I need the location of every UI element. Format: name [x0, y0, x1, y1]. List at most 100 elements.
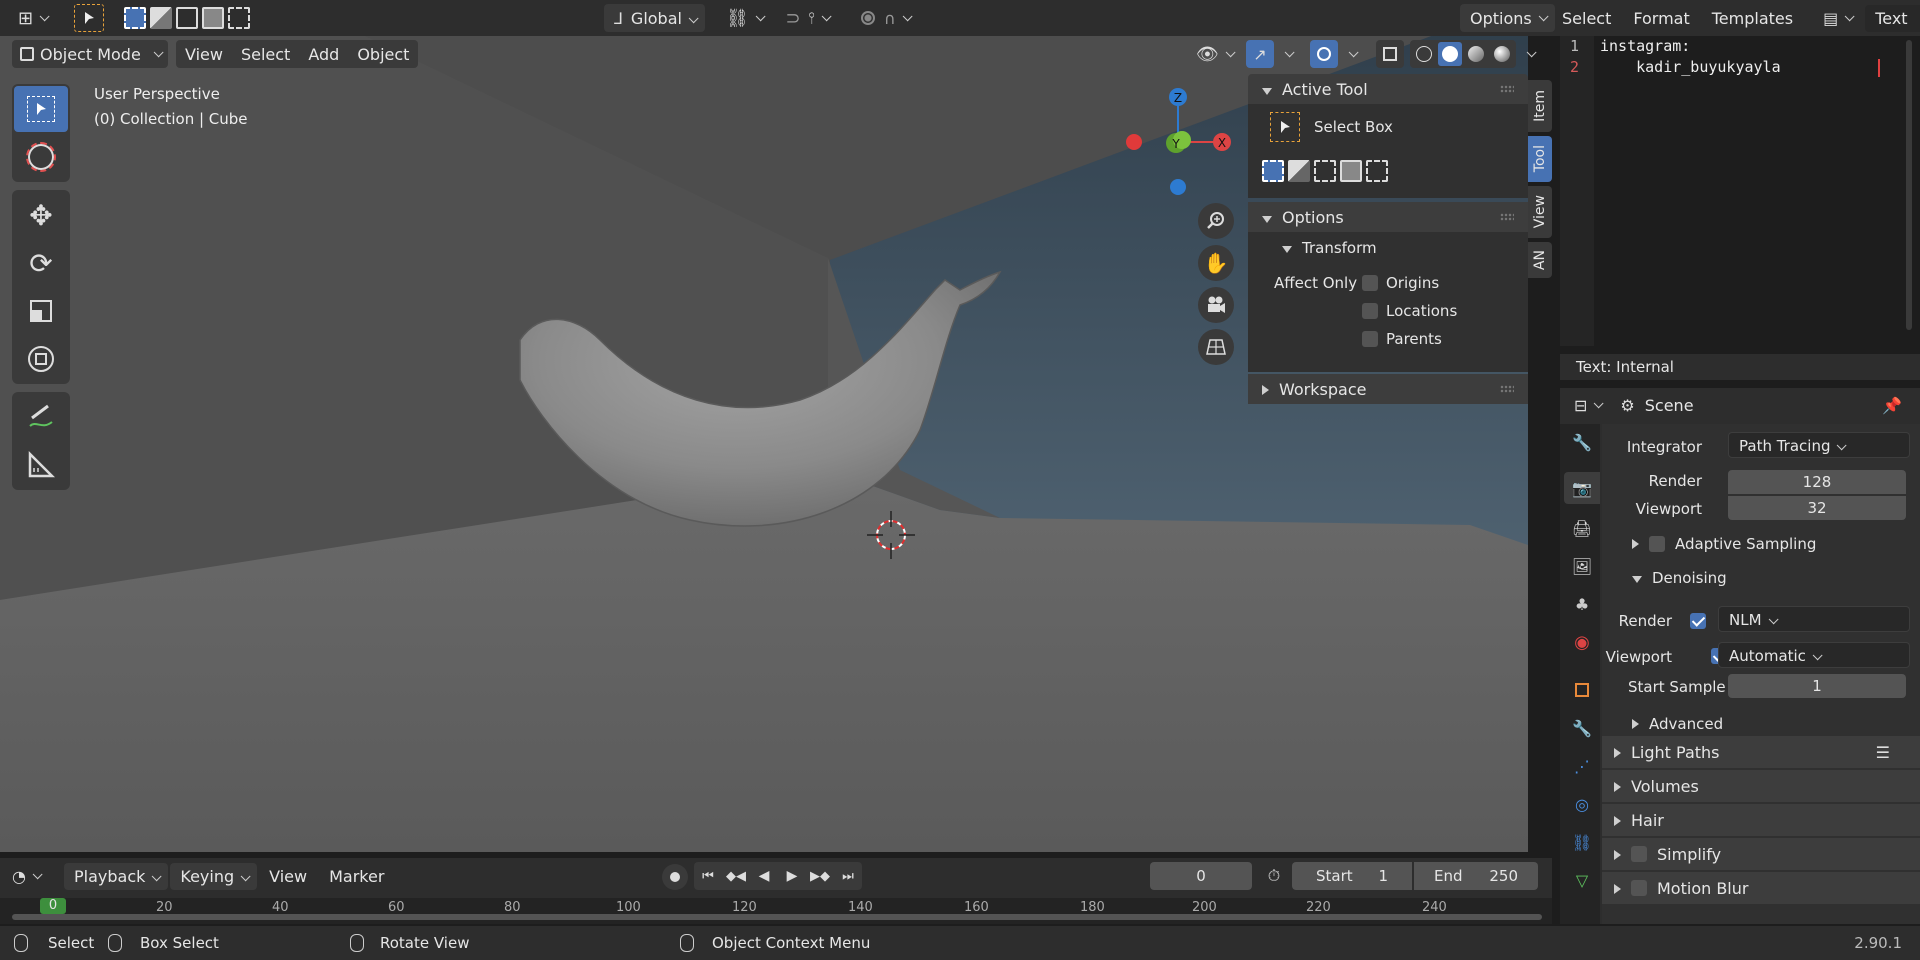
current-frame-field[interactable]: 0: [1150, 862, 1252, 890]
select-new-icon[interactable]: [124, 7, 146, 29]
keying-menu[interactable]: Keying: [170, 862, 258, 890]
render-samples-field[interactable]: 128: [1728, 470, 1906, 494]
parents-check[interactable]: [1362, 331, 1378, 347]
denoising-header[interactable]: Denoising: [1632, 568, 1727, 587]
solid-shading-icon[interactable]: [1438, 42, 1462, 66]
play-reverse-icon[interactable]: ◀: [750, 868, 778, 884]
shading-dropdown[interactable]: [1520, 42, 1533, 66]
motion-blur-header[interactable]: Motion Blur: [1602, 872, 1920, 904]
mode-selector[interactable]: Object Mode: [12, 40, 168, 68]
overlay-dropdown[interactable]: [1342, 42, 1355, 66]
denoise-render-select[interactable]: NLM: [1718, 606, 1910, 632]
output-tab-icon[interactable]: 🖨: [1568, 514, 1596, 542]
constraints-tab-icon[interactable]: ⛓: [1568, 828, 1596, 856]
overlay-toggle-icon[interactable]: [1310, 40, 1338, 68]
world-tab-icon[interactable]: ◉: [1568, 628, 1596, 656]
motion-blur-check[interactable]: [1631, 880, 1647, 896]
menu-view[interactable]: View: [176, 45, 232, 64]
tab-view[interactable]: View: [1528, 186, 1552, 238]
marker-menu[interactable]: Marker: [319, 863, 394, 890]
play-icon[interactable]: ▶: [778, 868, 806, 884]
select-extend-icon[interactable]: [150, 7, 172, 29]
material-shading-icon[interactable]: [1464, 42, 1488, 66]
falloff-icon[interactable]: ∩: [884, 6, 909, 30]
workspace-grip-icon[interactable]: [1500, 385, 1514, 393]
editor-type-icon[interactable]: ⊞: [18, 6, 46, 30]
mode-new-icon[interactable]: [1262, 160, 1284, 182]
measure-tool-icon[interactable]: [14, 442, 68, 488]
object-tab-icon[interactable]: [1568, 676, 1596, 704]
origins-check[interactable]: [1362, 275, 1378, 291]
camera-icon[interactable]: [1198, 287, 1234, 323]
adaptive-sampling-check[interactable]: [1649, 535, 1665, 552]
end-frame-field[interactable]: End 250: [1414, 862, 1538, 890]
select-tool-icon[interactable]: [74, 4, 104, 32]
tab-tool[interactable]: Tool: [1528, 136, 1552, 182]
light-paths-header[interactable]: Light Paths ☰: [1602, 736, 1920, 768]
text-menu-templates[interactable]: Templates: [1690, 9, 1793, 28]
select-box-tool-icon[interactable]: [14, 86, 68, 132]
text-datablock-name[interactable]: Text: [1865, 4, 1920, 32]
start-frame-field[interactable]: Start 1: [1292, 862, 1412, 890]
select-intersect-icon[interactable]: [228, 7, 250, 29]
snap-target-icon[interactable]: ⫯: [808, 6, 828, 30]
timeline-ruler[interactable]: 0 20 40 60 80 100 120 140 160 180 200 22…: [0, 898, 1552, 924]
workspace-header[interactable]: Workspace: [1248, 374, 1528, 404]
navigation-gizmo[interactable]: Z X Y: [1120, 85, 1240, 205]
hair-header[interactable]: Hair: [1602, 804, 1920, 836]
menu-object[interactable]: Object: [348, 45, 418, 64]
text-scrollbar[interactable]: [1906, 40, 1912, 330]
adaptive-sampling-header[interactable]: Adaptive Sampling: [1632, 534, 1816, 553]
text-browse-icon[interactable]: ▤: [1823, 9, 1851, 28]
annotate-tool-icon[interactable]: [14, 394, 68, 440]
jump-end-icon[interactable]: ⏭: [834, 869, 862, 884]
active-tool-header[interactable]: Active Tool: [1248, 74, 1528, 104]
select-subtract-icon[interactable]: [176, 7, 198, 29]
simplify-header[interactable]: Simplify: [1602, 838, 1920, 870]
menu-add[interactable]: Add: [299, 45, 348, 64]
locations-checkbox[interactable]: Locations: [1362, 302, 1457, 320]
playback-menu[interactable]: Playback: [64, 862, 169, 890]
data-tab-icon[interactable]: ▽: [1568, 866, 1596, 894]
tab-an[interactable]: AN: [1528, 242, 1552, 278]
cursor-tool-icon[interactable]: [14, 134, 68, 180]
transform-subheader[interactable]: Transform: [1282, 238, 1377, 257]
menu-select[interactable]: Select: [232, 45, 299, 64]
transform-orientation[interactable]: ⅃ Global: [604, 4, 705, 32]
zoom-icon[interactable]: [1198, 203, 1234, 239]
start-sample-field[interactable]: 1: [1728, 674, 1906, 698]
mode-invert-icon[interactable]: [1340, 160, 1362, 182]
jump-keyframe-back-icon[interactable]: ◆◀: [722, 869, 750, 884]
particles-tab-icon[interactable]: ⋰: [1568, 752, 1596, 780]
text-menu-format[interactable]: Format: [1611, 9, 1689, 28]
options-grip-icon[interactable]: [1500, 213, 1514, 221]
parents-checkbox[interactable]: Parents: [1362, 330, 1442, 348]
jump-start-icon[interactable]: ⏮: [694, 869, 722, 884]
physics-tab-icon[interactable]: ◎: [1568, 790, 1596, 818]
presets-list-icon[interactable]: ☰: [1876, 743, 1890, 762]
mode-intersect-icon[interactable]: [1366, 160, 1388, 182]
drag-grip-icon[interactable]: [1500, 85, 1514, 93]
volumes-header[interactable]: Volumes: [1602, 770, 1920, 802]
options-dropdown[interactable]: Options: [1460, 4, 1555, 32]
transform-tool-icon[interactable]: [14, 336, 68, 382]
origins-checkbox[interactable]: Origins: [1362, 274, 1439, 292]
pan-hand-icon[interactable]: ✋: [1198, 245, 1234, 281]
gizmo-dropdown[interactable]: [1278, 42, 1291, 66]
denoise-render-check[interactable]: [1690, 613, 1706, 629]
view-layer-tab-icon[interactable]: 🖼: [1568, 552, 1596, 580]
timeline-view-menu[interactable]: View: [259, 863, 317, 890]
pin-icon[interactable]: 📌: [1882, 396, 1902, 415]
mode-subtract-icon[interactable]: [1314, 160, 1336, 182]
options-header[interactable]: Options: [1248, 202, 1528, 232]
render-tab-icon[interactable]: 📷: [1564, 472, 1600, 504]
timeline-scrollbar[interactable]: [12, 914, 1542, 920]
rendered-shading-icon[interactable]: [1490, 42, 1514, 66]
mode-extend-icon[interactable]: [1288, 160, 1310, 182]
timeline-editor-type-icon[interactable]: ◔: [12, 862, 39, 890]
denoise-viewport-select[interactable]: Automatic: [1718, 642, 1910, 668]
tool-settings-tab-icon[interactable]: 🔧: [1568, 428, 1596, 456]
integrator-select[interactable]: Path Tracing: [1728, 432, 1910, 458]
text-editor-body[interactable]: 1 2 instagram: kadir_buyukyayla: [1560, 36, 1920, 346]
playhead[interactable]: 0: [40, 898, 66, 914]
